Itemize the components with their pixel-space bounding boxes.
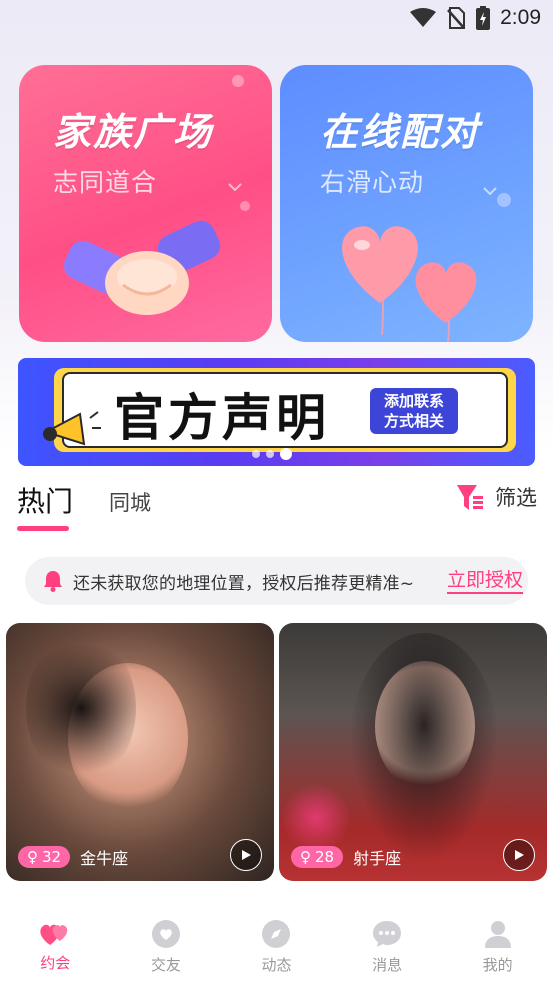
location-notice: 还未获取您的地理位置，授权后推荐更精准~ 立即授权: [25, 557, 528, 605]
play-button[interactable]: [230, 839, 262, 871]
nav-label: 动态: [261, 956, 292, 974]
banner-title: 官方声明: [114, 389, 330, 447]
person-icon: [484, 921, 511, 948]
nav-messages[interactable]: 消息: [332, 906, 443, 983]
card-subtitle: 右滑心动: [320, 168, 425, 197]
no-sim-icon: [447, 7, 466, 29]
authorize-link[interactable]: 立即授权: [446, 568, 523, 594]
female-icon: ♀: [300, 848, 311, 866]
heart-balloons-icon: [342, 226, 477, 342]
hearts-icon: [40, 924, 68, 945]
megaphone-icon: [43, 411, 101, 446]
notice-text: 还未获取您的地理位置，授权后推荐更精准~: [73, 573, 415, 594]
hair-shape: [349, 633, 499, 863]
profile-card[interactable]: ♀ 28 射手座: [279, 623, 547, 881]
pagination-dot[interactable]: [252, 450, 260, 458]
family-square-card[interactable]: 家族广场 志同道合: [19, 65, 272, 342]
nav-profile[interactable]: 我的: [442, 906, 553, 983]
flowers-shape: [281, 783, 351, 853]
nav-label: 约会: [40, 954, 71, 972]
card-subtitle: 志同道合: [53, 168, 158, 197]
age-badge: ♀ 28: [291, 846, 344, 868]
banner-badge-line: 方式相关: [383, 412, 444, 430]
banner-badge-line: 添加联系: [383, 392, 444, 410]
nav-label: 我的: [482, 956, 513, 974]
banner-pagination: [252, 448, 292, 460]
status-icons: 2:09: [410, 6, 541, 30]
filter-icon: [457, 485, 483, 510]
age-value: 32: [42, 848, 62, 866]
card-title: 在线配对: [320, 110, 481, 154]
zodiac-label: 射手座: [353, 849, 402, 868]
compass-icon: [262, 920, 291, 948]
bell-icon: [44, 571, 62, 592]
tab-city[interactable]: 同城: [109, 487, 151, 517]
heart-bubble-icon: [151, 920, 180, 948]
tab-bar: 热门 同城 筛选: [17, 478, 537, 534]
hair-shape: [26, 633, 136, 783]
play-button[interactable]: [503, 839, 535, 871]
clock: 2:09: [500, 6, 541, 29]
female-icon: ♀: [27, 848, 38, 866]
wifi-icon: [410, 8, 437, 27]
play-icon: [242, 850, 251, 860]
nav-label: 交友: [150, 956, 181, 974]
pagination-dot-active[interactable]: [280, 448, 292, 460]
chevron-down-icon: [228, 183, 242, 191]
age-value: 28: [315, 848, 335, 866]
banner-badge: 添加联系 方式相关: [370, 388, 458, 434]
filter-button[interactable]: 筛选: [455, 482, 537, 512]
handshake-icon: [63, 220, 221, 315]
pagination-dot[interactable]: [266, 450, 274, 458]
profile-card[interactable]: ♀ 32 金牛座: [6, 623, 274, 881]
profile-meta: ♀ 28 射手座: [291, 845, 401, 869]
tab-hot[interactable]: 热门: [17, 480, 73, 520]
status-bar: 2:09: [0, 0, 553, 38]
chevron-down-icon: [483, 187, 497, 195]
online-match-card[interactable]: 在线配对 右滑心动: [280, 65, 533, 342]
nav-label: 消息: [372, 956, 403, 974]
zodiac-label: 金牛座: [80, 849, 129, 868]
battery-icon: [476, 6, 491, 30]
profile-meta: ♀ 32 金牛座: [18, 845, 128, 869]
card-title: 家族广场: [53, 110, 214, 154]
filter-label: 筛选: [495, 486, 537, 510]
age-badge: ♀ 32: [18, 846, 71, 868]
bottom-nav: 约会 交友 动态 消息 我的: [0, 906, 553, 983]
nav-moments[interactable]: 动态: [221, 906, 332, 983]
nav-friends[interactable]: 交友: [111, 906, 222, 983]
sparkle: [232, 75, 244, 87]
nav-dating[interactable]: 约会: [0, 906, 111, 983]
play-icon: [515, 850, 524, 860]
chat-icon: [373, 921, 402, 947]
active-tab-indicator: [17, 526, 69, 531]
